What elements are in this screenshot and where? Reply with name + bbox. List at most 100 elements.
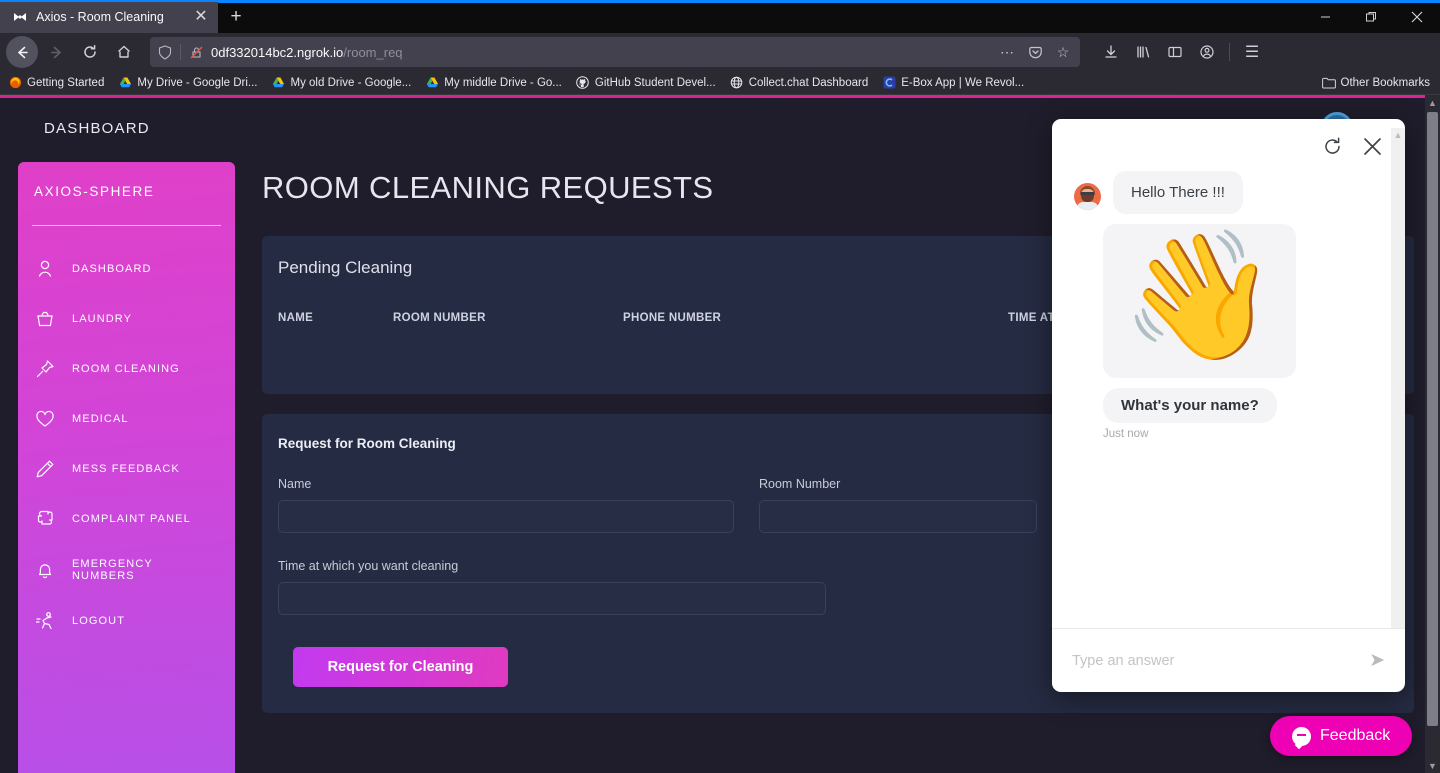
new-tab-button[interactable]: + — [218, 0, 254, 33]
field-name: Name — [278, 477, 734, 533]
request-for-cleaning-button[interactable]: Request for Cleaning — [293, 647, 508, 687]
page-scrollbar[interactable]: ▲ ▼ — [1425, 95, 1440, 773]
address-bar[interactable]: 0df332014bc2.ngrok.io/room_req ⋯ ☆ — [150, 37, 1080, 67]
sidebar-icon[interactable] — [1160, 37, 1190, 67]
bookmark-label: GitHub Student Devel... — [594, 76, 716, 89]
bookmark-item[interactable]: My middle Drive - Go... — [425, 76, 562, 90]
minimize-button[interactable] — [1302, 0, 1348, 33]
tab-close-icon[interactable]: ✕ — [192, 8, 210, 25]
sidebar-item-medical[interactable]: MEDICAL — [18, 394, 235, 444]
toolbar-divider — [1229, 43, 1230, 61]
feedback-button[interactable]: Feedback — [1270, 716, 1413, 756]
sidebar-item-label: ROOM CLEANING — [72, 363, 180, 375]
folder-icon — [1321, 76, 1336, 90]
download-icon[interactable] — [1096, 37, 1126, 67]
bookmark-label: Getting Started — [27, 76, 105, 89]
avatar-glasses — [1081, 192, 1094, 195]
scroll-up-arrow[interactable]: ▲ — [1425, 95, 1440, 110]
sidebar-item-label: MESS FEEDBACK — [72, 463, 180, 475]
google-drive-icon — [118, 76, 132, 90]
pin-icon — [34, 358, 56, 380]
forward-button[interactable] — [40, 36, 72, 68]
send-icon[interactable]: ➤ — [1369, 649, 1385, 672]
running-person-icon — [34, 610, 56, 632]
puzzle-icon — [34, 508, 56, 530]
pocket-icon[interactable] — [1024, 41, 1046, 63]
bookmark-item[interactable]: My Drive - Google Dri... — [118, 76, 258, 90]
chat-bubble-text: Hello There !!! — [1113, 171, 1243, 214]
chat-question-row: What's your name? — [1052, 388, 1405, 424]
library-icon[interactable] — [1128, 37, 1158, 67]
home-button[interactable] — [108, 36, 140, 68]
navigation-toolbar: 0df332014bc2.ngrok.io/room_req ⋯ ☆ ☰ — [0, 33, 1440, 71]
avatar-beard — [1081, 195, 1094, 202]
browser-window: Axios - Room Cleaning ✕ + 0df332014bc2.n… — [0, 0, 1440, 773]
bookmark-item[interactable]: E-Box App | We Revol... — [882, 76, 1024, 90]
sidebar-item-laundry[interactable]: LAUNDRY — [18, 294, 235, 344]
google-drive-icon — [425, 76, 439, 90]
room-number-input[interactable] — [759, 500, 1037, 533]
chat-scrollbar[interactable]: ▲ — [1391, 128, 1405, 628]
bookmark-label: My old Drive - Google... — [290, 76, 412, 89]
bookmark-label: My middle Drive - Go... — [444, 76, 562, 89]
chat-messages: Hello There !!! 👋 What's your name? Just… — [1052, 171, 1405, 628]
title-bar: Axios - Room Cleaning ✕ + — [0, 0, 1440, 33]
bookmark-item[interactable]: GitHub Student Devel... — [576, 76, 716, 90]
sidebar-item-logout[interactable]: LOGOUT — [18, 596, 235, 646]
page-actions-icon[interactable]: ⋯ — [996, 41, 1018, 63]
github-icon — [576, 76, 590, 90]
name-input[interactable] — [278, 500, 734, 533]
axios-favicon — [12, 9, 28, 25]
page-breadcrumb: DASHBOARD — [44, 120, 150, 137]
scrollbar-thumb[interactable] — [1427, 112, 1438, 726]
close-window-button[interactable] — [1394, 0, 1440, 33]
scroll-down-arrow[interactable]: ▼ — [1425, 758, 1440, 773]
broken-lock-icon[interactable] — [187, 43, 205, 61]
column-header-name: NAME — [278, 312, 314, 324]
sidebar-item-complaint-panel[interactable]: COMPLAINT PANEL — [18, 494, 235, 544]
firefox-icon — [8, 76, 22, 90]
url-host: 0df332014bc2.ngrok.io — [211, 44, 344, 60]
sidebar-item-emergency-numbers[interactable]: EMERGENCY NUMBERS — [18, 544, 235, 596]
other-bookmarks[interactable]: Other Bookmarks — [1321, 76, 1430, 90]
bookmark-star-icon[interactable]: ☆ — [1052, 41, 1074, 63]
toolbar-right-group: ☰ — [1096, 37, 1267, 67]
back-button[interactable] — [6, 36, 38, 68]
sidebar-item-room-cleaning[interactable]: ROOM CLEANING — [18, 344, 235, 394]
globe-icon — [730, 76, 744, 90]
field-label-room-number: Room Number — [759, 477, 841, 491]
ebox-icon — [882, 76, 896, 90]
sidebar-item-dashboard[interactable]: DASHBOARD — [18, 244, 235, 294]
refresh-icon[interactable] — [1321, 135, 1343, 157]
field-label-time: Time at which you want cleaning — [278, 559, 459, 573]
bookmark-label: E-Box App | We Revol... — [901, 76, 1025, 89]
chat-question: What's your name? — [1103, 388, 1277, 424]
browser-tab[interactable]: Axios - Room Cleaning ✕ — [0, 0, 218, 33]
field-time: Time at which you want cleaning — [278, 559, 826, 615]
bookmark-item[interactable]: Collect.chat Dashboard — [730, 76, 869, 90]
account-icon[interactable] — [1192, 37, 1222, 67]
google-drive-icon — [272, 76, 286, 90]
chat-scroll-up-arrow[interactable]: ▲ — [1391, 128, 1405, 142]
bell-icon — [34, 559, 56, 581]
field-room-number: Room Number — [759, 477, 1037, 533]
bookmark-item[interactable]: Getting Started — [8, 76, 104, 90]
chat-message-wave: 👋 — [1052, 224, 1405, 379]
sidebar-item-label: COMPLAINT PANEL — [72, 513, 191, 525]
basket-icon — [34, 308, 56, 330]
sidebar-item-mess-feedback[interactable]: MESS FEEDBACK — [18, 444, 235, 494]
user-icon — [34, 258, 56, 280]
app-menu-icon[interactable]: ☰ — [1237, 37, 1267, 67]
reload-button[interactable] — [74, 36, 106, 68]
bookmark-label: Collect.chat Dashboard — [748, 76, 869, 89]
bot-avatar — [1074, 183, 1101, 210]
bookmark-item[interactable]: My old Drive - Google... — [272, 76, 412, 90]
close-icon[interactable] — [1361, 135, 1383, 157]
other-bookmarks-label: Other Bookmarks — [1340, 76, 1430, 89]
chat-input[interactable] — [1072, 652, 1370, 669]
maximize-button[interactable] — [1348, 0, 1394, 33]
time-input[interactable] — [278, 582, 826, 615]
shield-icon[interactable] — [156, 43, 174, 61]
url-text[interactable]: 0df332014bc2.ngrok.io/room_req — [211, 45, 990, 60]
sidebar-item-label: MEDICAL — [72, 413, 129, 425]
